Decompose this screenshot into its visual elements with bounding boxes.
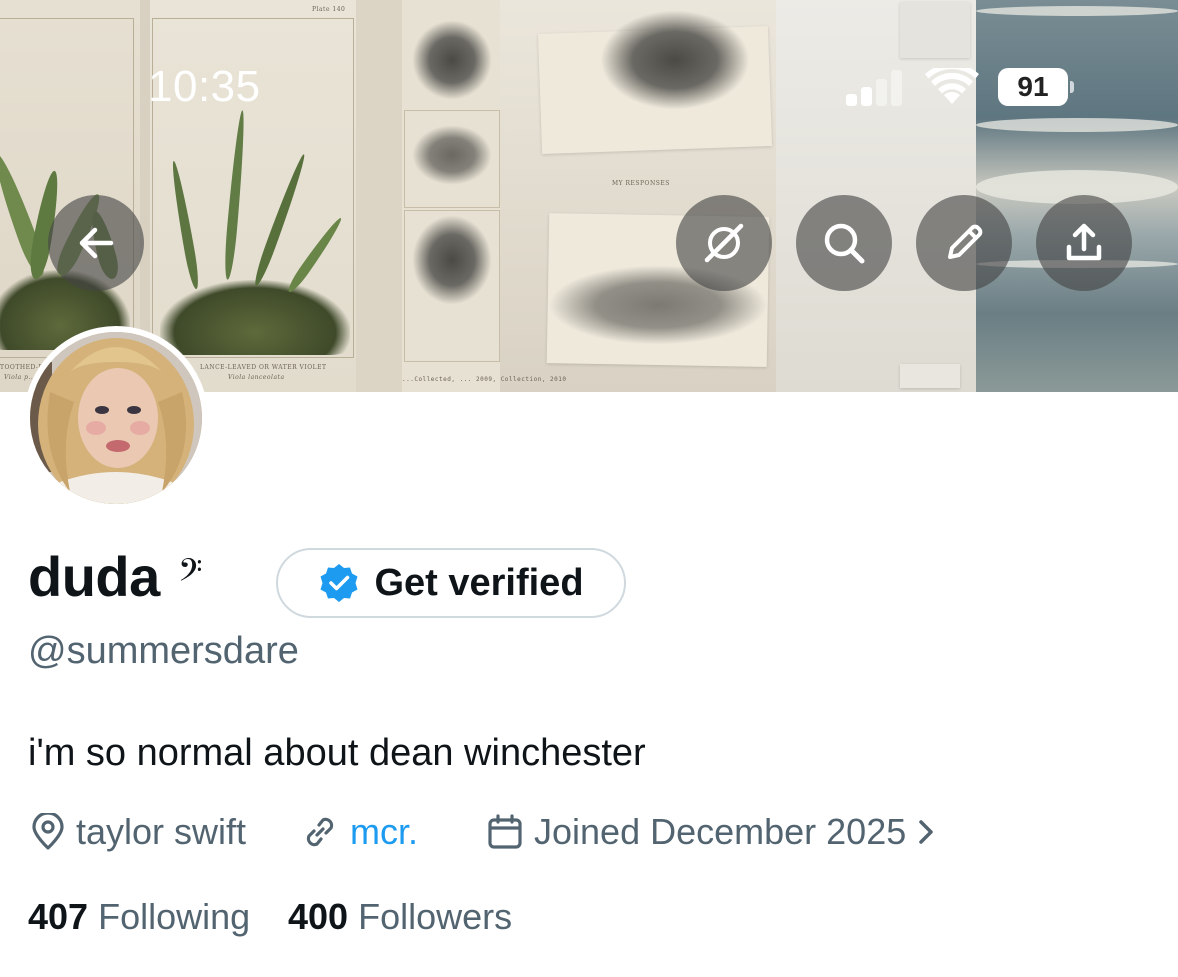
- tree-sketch: [600, 10, 750, 110]
- sketch-note: MY RESPONSES: [612, 180, 670, 187]
- ink-frame: [404, 210, 500, 362]
- ink-frame: [404, 110, 500, 208]
- share-button[interactable]: [1036, 195, 1132, 291]
- plate-caption-middle: LANCE-LEAVED OR WATER VIOLET: [200, 364, 327, 371]
- location-text: taylor swift: [76, 811, 247, 852]
- edit-button[interactable]: [916, 195, 1012, 291]
- search-button[interactable]: [796, 195, 892, 291]
- joined-text: Joined December 2025: [534, 811, 907, 852]
- typed-caption: ...Collected, ... 2009, Collection, 2010: [402, 376, 567, 383]
- pencil-icon: [948, 224, 983, 259]
- signal-bar: [891, 70, 902, 106]
- banner-panel-notes: [776, 0, 976, 392]
- profile-banner[interactable]: MY RESPONSES Plate 140 TOOTHED-BORDER...…: [0, 0, 1178, 392]
- ink-sketch: [412, 20, 492, 100]
- profile-screen: MY RESPONSES Plate 140 TOOTHED-BORDER...…: [0, 0, 1178, 977]
- calendar-icon: [488, 814, 522, 849]
- avatar-portrait: [30, 332, 202, 504]
- plant-base: [160, 280, 350, 355]
- note-card: [900, 364, 960, 388]
- battery-nub: [1070, 81, 1074, 93]
- signal-bar: [846, 94, 857, 106]
- search-icon: [824, 223, 865, 264]
- chevron-right-icon: [919, 820, 933, 844]
- wave: [976, 118, 1178, 132]
- website-link[interactable]: mcr.: [350, 811, 418, 853]
- followers-count: 400: [288, 896, 349, 937]
- followers-stat[interactable]: 400 Followers: [288, 896, 512, 938]
- wifi-icon: [925, 68, 979, 104]
- avatar-photo: [30, 332, 202, 504]
- cellular-signal-icon: [846, 70, 906, 106]
- status-time: 10:35: [148, 62, 261, 111]
- plate-caption: Plate 140: [312, 6, 346, 13]
- following-stat[interactable]: 407 Following: [28, 896, 250, 938]
- grok-button[interactable]: [676, 195, 772, 291]
- profile-website[interactable]: mcr.: [300, 810, 418, 854]
- plate-caption-middle-latin: Viola lanceolata: [228, 374, 285, 381]
- location-pin-icon: [32, 813, 64, 850]
- profile-bio: i'm so normal about dean winchester: [28, 732, 646, 774]
- arrow-left-icon: [79, 227, 114, 259]
- following-count: 407: [28, 896, 89, 937]
- signal-bar: [861, 87, 872, 106]
- profile-joined[interactable]: Joined December 2025: [486, 810, 936, 854]
- share-icon: [1066, 223, 1102, 261]
- verified-badge-icon: [320, 564, 358, 602]
- battery-icon: 91: [998, 68, 1074, 106]
- display-name: duda: [28, 545, 160, 608]
- battery-level: 91: [998, 68, 1068, 106]
- name-emoji: 𝄢: [178, 552, 203, 596]
- link-icon: [306, 817, 334, 847]
- grok-icon: [704, 223, 744, 263]
- signal-bar: [876, 79, 887, 106]
- profile-handle: @summersdare: [28, 630, 299, 672]
- profile-location: taylor swift: [30, 810, 246, 854]
- following-label: Following: [98, 896, 251, 937]
- note-card: [900, 2, 970, 58]
- followers-label: Followers: [358, 896, 513, 937]
- banner-gap: [356, 0, 402, 392]
- get-verified-button[interactable]: Get verified: [276, 548, 626, 618]
- wave: [976, 6, 1178, 16]
- back-button[interactable]: [48, 195, 144, 291]
- avatar[interactable]: [24, 326, 208, 510]
- get-verified-label: Get verified: [374, 561, 584, 604]
